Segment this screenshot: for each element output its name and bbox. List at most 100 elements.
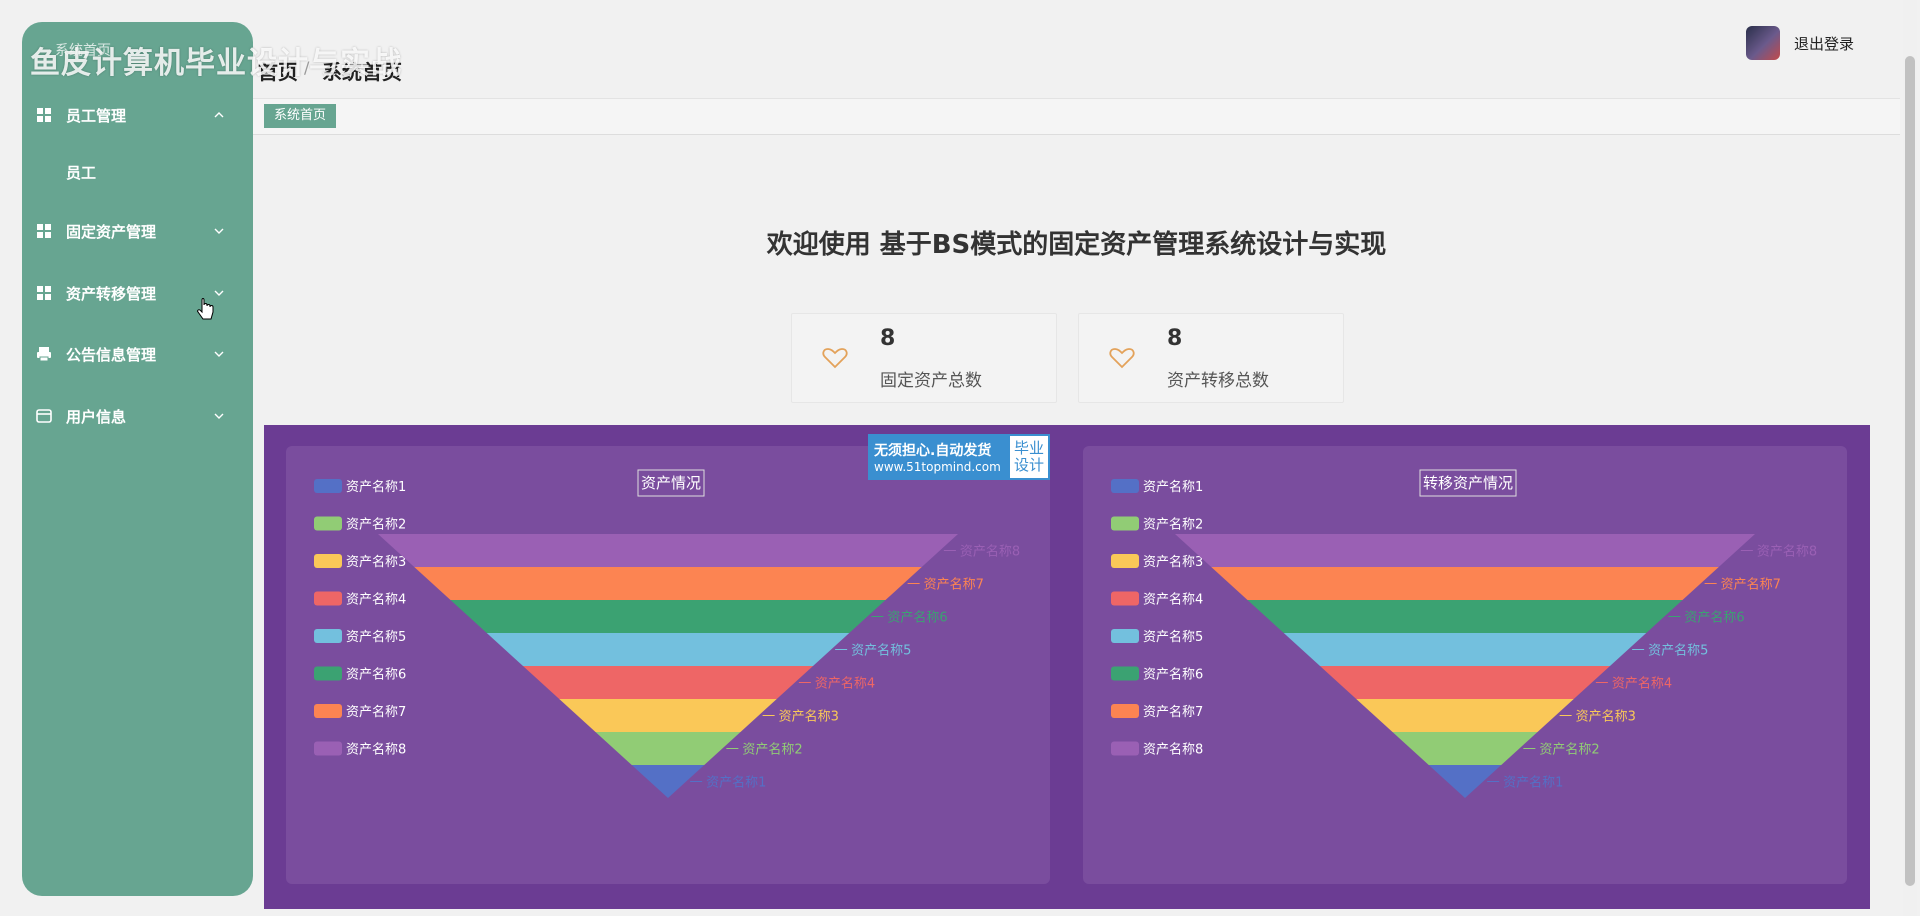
funnel-label: 资产名称3 [1576,709,1636,725]
funnel-segment[interactable] [1320,666,1610,699]
sidebar-item-label: 公告信息管理 [66,345,157,364]
chevron-down-icon [212,347,226,361]
chevron-down-icon [212,409,226,423]
page-scrollbar-thumb[interactable] [1905,56,1915,886]
funnel-segment[interactable] [559,699,777,732]
funnel-label: 资产名称6 [1684,610,1744,626]
welcome-title: 欢迎使用 基于BS模式的固定资产管理系统设计与实现 [766,230,1387,260]
legend-label[interactable]: 资产名称5 [1143,629,1203,645]
printer-icon [36,346,52,362]
funnel-label: 资产名称6 [887,610,947,626]
legend-label[interactable]: 资产名称6 [1143,667,1203,683]
legend-swatch[interactable] [1111,629,1139,643]
funnel-label: 资产名称1 [706,775,766,791]
legend-swatch[interactable] [314,629,342,643]
funnel-segment[interactable] [1356,699,1574,732]
funnel-segment[interactable] [523,666,813,699]
legend-label[interactable]: 资产名称5 [346,629,406,645]
legend-swatch[interactable] [1111,704,1139,718]
sidebar-subitem-employee[interactable]: 员工 [66,162,96,183]
sidebar-item-user-info[interactable]: 用户信息 [36,403,226,429]
tab-strip [253,99,1900,135]
legend-swatch[interactable] [1111,516,1139,531]
legend-label[interactable]: 资产名称2 [346,517,406,533]
legend-label[interactable]: 资产名称6 [346,667,406,683]
tab-system-home[interactable]: 系统首页 [264,104,337,128]
funnel-label: 资产名称1 [1503,775,1563,791]
grid-icon [36,223,52,239]
sidebar-item-label: 用户信息 [66,407,127,426]
sidebar [22,22,253,896]
legend-label[interactable]: 资产名称1 [346,479,406,495]
hand-cursor-icon [197,298,214,320]
legend-label[interactable]: 资产名称3 [1143,554,1203,570]
sidebar-item-fixed-asset-management[interactable]: 固定资产管理 [36,218,226,244]
funnel-label: 资产名称7 [1721,577,1781,593]
funnel-segment[interactable] [1175,534,1755,567]
legend-swatch[interactable] [1111,591,1139,606]
funnel-segment[interactable] [1211,567,1719,600]
promo-right2: 设计 [1013,456,1044,474]
legend-label[interactable]: 资产名称3 [346,554,406,570]
legend-label[interactable]: 资产名称7 [346,704,406,720]
legend-swatch[interactable] [314,554,342,568]
legend-label[interactable]: 资产名称7 [1143,704,1203,720]
funnel-segment[interactable] [486,633,850,666]
grid-icon [36,107,52,123]
sidebar-item-announcement-management[interactable]: 公告信息管理 [36,341,226,367]
legend-swatch[interactable] [1111,554,1139,568]
funnel-label: 资产名称3 [779,709,839,725]
legend-label[interactable]: 资产名称8 [1143,742,1203,758]
funnel-segment[interactable] [1392,732,1538,765]
chart-title: 转移资产情况 [1423,474,1513,492]
stat-value: 8 [880,326,896,351]
funnel-segment[interactable] [378,534,958,567]
sidebar-item-label: 固定资产管理 [66,222,157,241]
funnel-label: 资产名称4 [815,676,875,692]
legend-swatch[interactable] [314,516,342,531]
funnel-label: 资产名称8 [960,544,1020,560]
promo-line2: www.51topmind.com [874,460,1001,474]
funnel-chart-transfers: 资产名称1 资产名称2 资产名称3 资产名称4 资产名称5 资产名称6 资产名称7 资产名称8… [1111,469,1817,798]
legend-label[interactable]: 资产名称1 [1143,479,1203,495]
sidebar-item-employee-management[interactable]: 员工管理 [36,102,226,128]
legend-label[interactable]: 资产名称8 [346,742,406,758]
legend-swatch[interactable] [1111,666,1139,681]
funnel-label: 资产名称2 [1539,742,1599,758]
chart-title: 资产情况 [641,474,701,492]
funnel-label: 资产名称5 [851,643,911,659]
funnel-label: 资产名称7 [924,577,984,593]
avatar[interactable] [1746,26,1780,60]
funnel-label: 资产名称8 [1757,544,1817,560]
funnel-segment[interactable] [595,732,741,765]
legend-swatch[interactable] [314,666,342,681]
funnel-label: 资产名称4 [1612,676,1672,692]
funnel-segment[interactable] [450,600,886,633]
funnel-chart-assets: 资产名称1 资产名称2 资产名称3 资产名称4 资产名称5 资产名称6 资产名称7 资产名称8… [314,469,1020,798]
stat-value: 8 [1167,326,1183,351]
funnel-label: 资产名称5 [1648,643,1708,659]
legend-swatch[interactable] [1111,741,1139,756]
legend-swatch[interactable] [314,479,342,493]
chevron-down-icon [212,286,226,300]
heart-icon [822,348,848,369]
legend-swatch[interactable] [314,704,342,718]
chevron-up-icon [212,108,226,122]
stat-card-fixed-assets: 8 固定资产总数 [791,313,1057,403]
chevron-down-icon [212,224,226,238]
legend-swatch[interactable] [314,591,342,606]
stat-card-asset-transfers: 8 资产转移总数 [1078,313,1344,403]
promo-banner[interactable]: 无须担心.自动发货 www.51topmind.com 毕业 设计 [868,434,1050,480]
logout-button[interactable]: 退出登录 [1794,33,1854,54]
legend-label[interactable]: 资产名称4 [1143,592,1203,608]
sidebar-item-label: 资产转移管理 [66,284,157,303]
funnel-label: 资产名称2 [742,742,802,758]
card-icon [36,408,52,424]
funnel-segment[interactable] [1283,633,1647,666]
legend-label[interactable]: 资产名称4 [346,592,406,608]
funnel-segment[interactable] [414,567,922,600]
legend-swatch[interactable] [1111,479,1139,493]
legend-label[interactable]: 资产名称2 [1143,517,1203,533]
funnel-segment[interactable] [1247,600,1683,633]
legend-swatch[interactable] [314,741,342,756]
